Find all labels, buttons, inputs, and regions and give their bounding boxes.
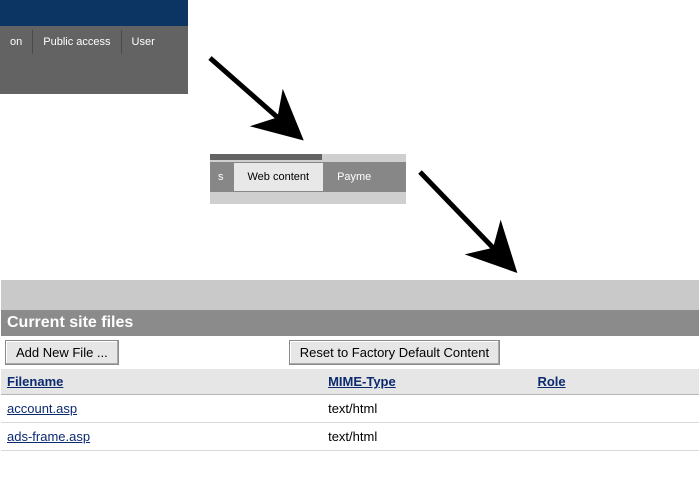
topnav-item-user-partial[interactable]: User	[122, 30, 165, 54]
site-files-panel: Current site files Add New File ... Rese…	[1, 280, 699, 451]
col-role[interactable]: Role	[531, 369, 699, 395]
sort-mime-link[interactable]: MIME-Type	[328, 374, 396, 389]
topnav-tail	[0, 68, 188, 94]
col-filename[interactable]: Filename	[1, 369, 322, 395]
panel-title: Current site files	[1, 310, 699, 336]
col-mime[interactable]: MIME-Type	[322, 369, 531, 395]
arrow-icon	[190, 46, 320, 146]
subnav-tabs: s Web content Payme	[210, 162, 406, 192]
subnav-item-web-content[interactable]: Web content	[234, 163, 324, 191]
add-new-file-button[interactable]: Add New File ...	[5, 340, 119, 365]
topnav-item-public-access[interactable]: Public access	[33, 30, 121, 54]
panel-spacer	[1, 280, 699, 310]
sort-role-link[interactable]: Role	[537, 374, 565, 389]
arrow-icon	[400, 160, 550, 280]
subnav-accent-bar	[210, 154, 322, 160]
topnav-header-bar	[0, 0, 188, 26]
file-role	[531, 423, 699, 451]
panel-toolbar: Add New File ... Reset to Factory Defaul…	[1, 336, 699, 369]
subnav-item-payment-partial[interactable]: Payme	[323, 163, 385, 191]
file-mime: text/html	[322, 395, 531, 423]
sort-filename-link[interactable]: Filename	[7, 374, 63, 389]
subnav-item-partial-left[interactable]: s	[210, 163, 234, 191]
table-header-row: Filename MIME-Type Role	[1, 369, 699, 395]
files-table: Filename MIME-Type Role account.asp text…	[1, 369, 699, 451]
topnav-fragment: on Public access User	[0, 0, 188, 94]
table-row: ads-frame.asp text/html	[1, 423, 699, 451]
topnav-tabs: on Public access User	[0, 26, 188, 68]
file-mime: text/html	[322, 423, 531, 451]
file-link[interactable]: account.asp	[7, 401, 77, 416]
file-link[interactable]: ads-frame.asp	[7, 429, 90, 444]
file-role	[531, 395, 699, 423]
reset-factory-button[interactable]: Reset to Factory Default Content	[289, 340, 500, 365]
subnav-fragment: s Web content Payme	[210, 154, 406, 204]
topnav-item-partial[interactable]: on	[0, 30, 33, 54]
table-row: account.asp text/html	[1, 395, 699, 423]
